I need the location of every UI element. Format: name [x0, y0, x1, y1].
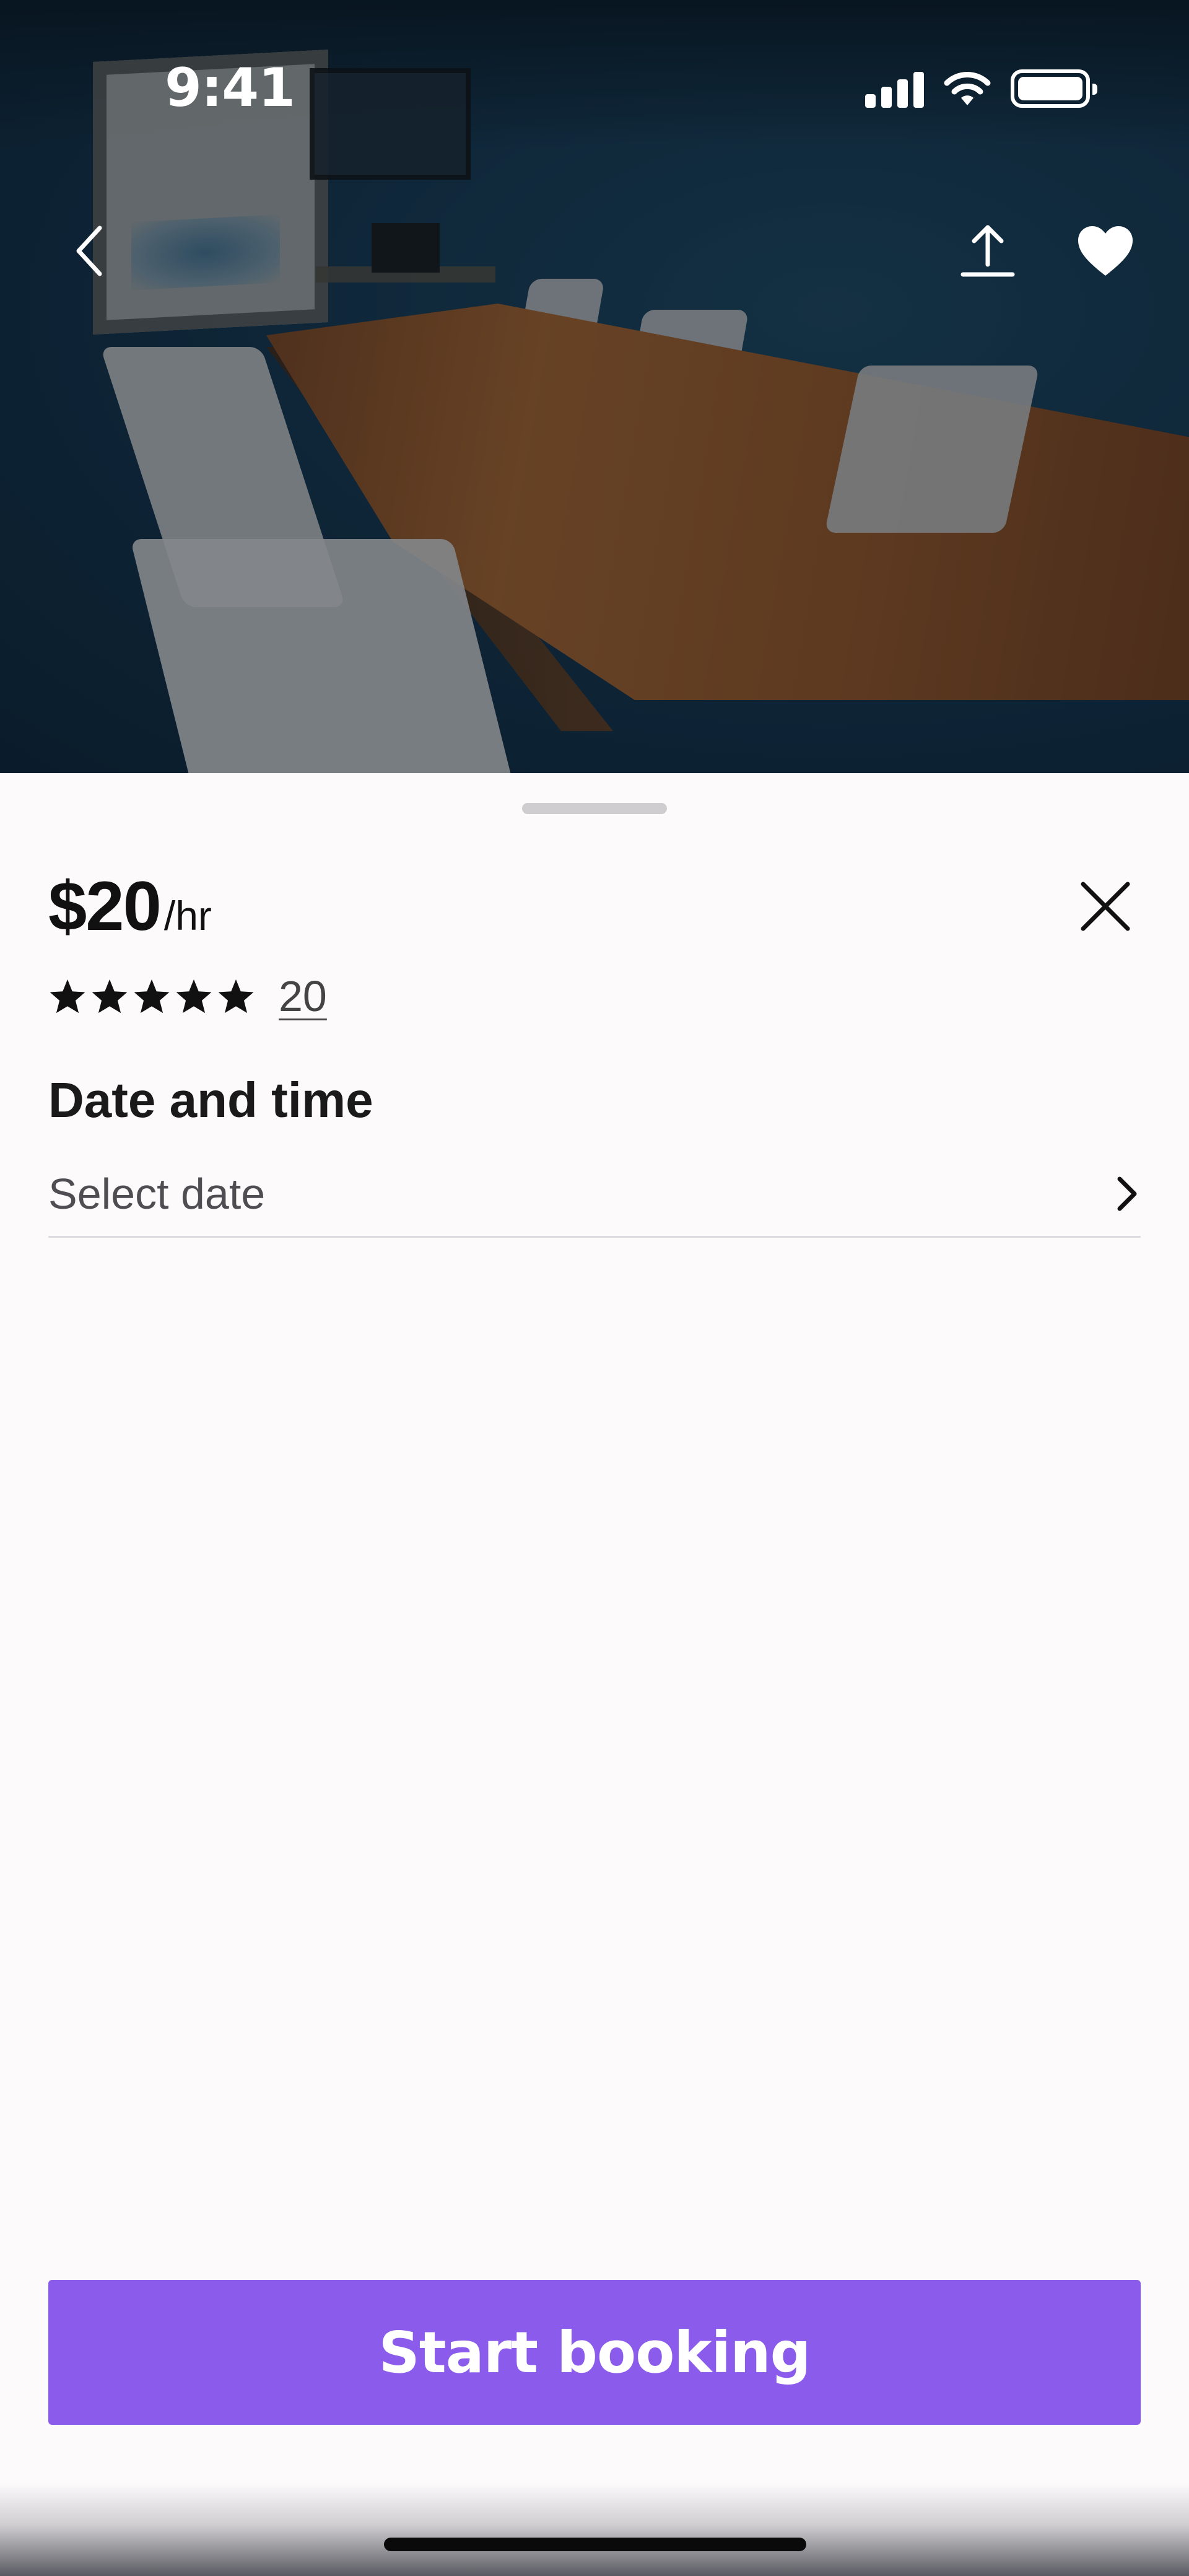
home-indicator-area [0, 2483, 1189, 2576]
price: $20 /hr [48, 866, 212, 946]
listing-booking-screen: 9:41 $20 /hr 20 Date and time Select dat… [0, 0, 1189, 2576]
wifi-icon [944, 72, 991, 105]
start-booking-button[interactable]: Start booking [48, 2280, 1141, 2425]
status-icons [865, 67, 1097, 110]
star-icon [218, 979, 254, 1014]
sheet-grabber[interactable] [522, 803, 667, 814]
select-date-row[interactable]: Select date [48, 1151, 1141, 1238]
share-upload-icon [960, 225, 1015, 277]
star-icon [92, 979, 128, 1014]
review-count-link[interactable]: 20 [279, 971, 327, 1021]
rating: 20 [48, 971, 327, 1021]
star-icon [134, 979, 170, 1014]
heart-filled-icon [1078, 226, 1133, 276]
star-rating [48, 978, 255, 1015]
status-time: 9:41 [165, 57, 295, 119]
favorite-button[interactable] [1071, 217, 1139, 285]
battery-icon [1011, 69, 1097, 108]
close-button[interactable] [1071, 872, 1139, 940]
close-icon [1081, 882, 1130, 931]
back-button[interactable] [56, 217, 124, 285]
select-date-label: Select date [48, 1169, 266, 1218]
booking-sheet: $20 /hr 20 Date and time Select date Sta… [0, 773, 1189, 2576]
star-icon [176, 979, 212, 1014]
cellular-signal-icon [865, 69, 924, 108]
share-button[interactable] [954, 217, 1022, 285]
star-icon [50, 979, 85, 1014]
chevron-right-icon [1117, 1176, 1137, 1211]
date-time-heading: Date and time [48, 1072, 373, 1128]
price-amount: $20 [48, 867, 162, 945]
price-unit: /hr [163, 893, 212, 939]
home-indicator[interactable] [384, 2538, 806, 2551]
chevron-left-icon [76, 226, 102, 276]
